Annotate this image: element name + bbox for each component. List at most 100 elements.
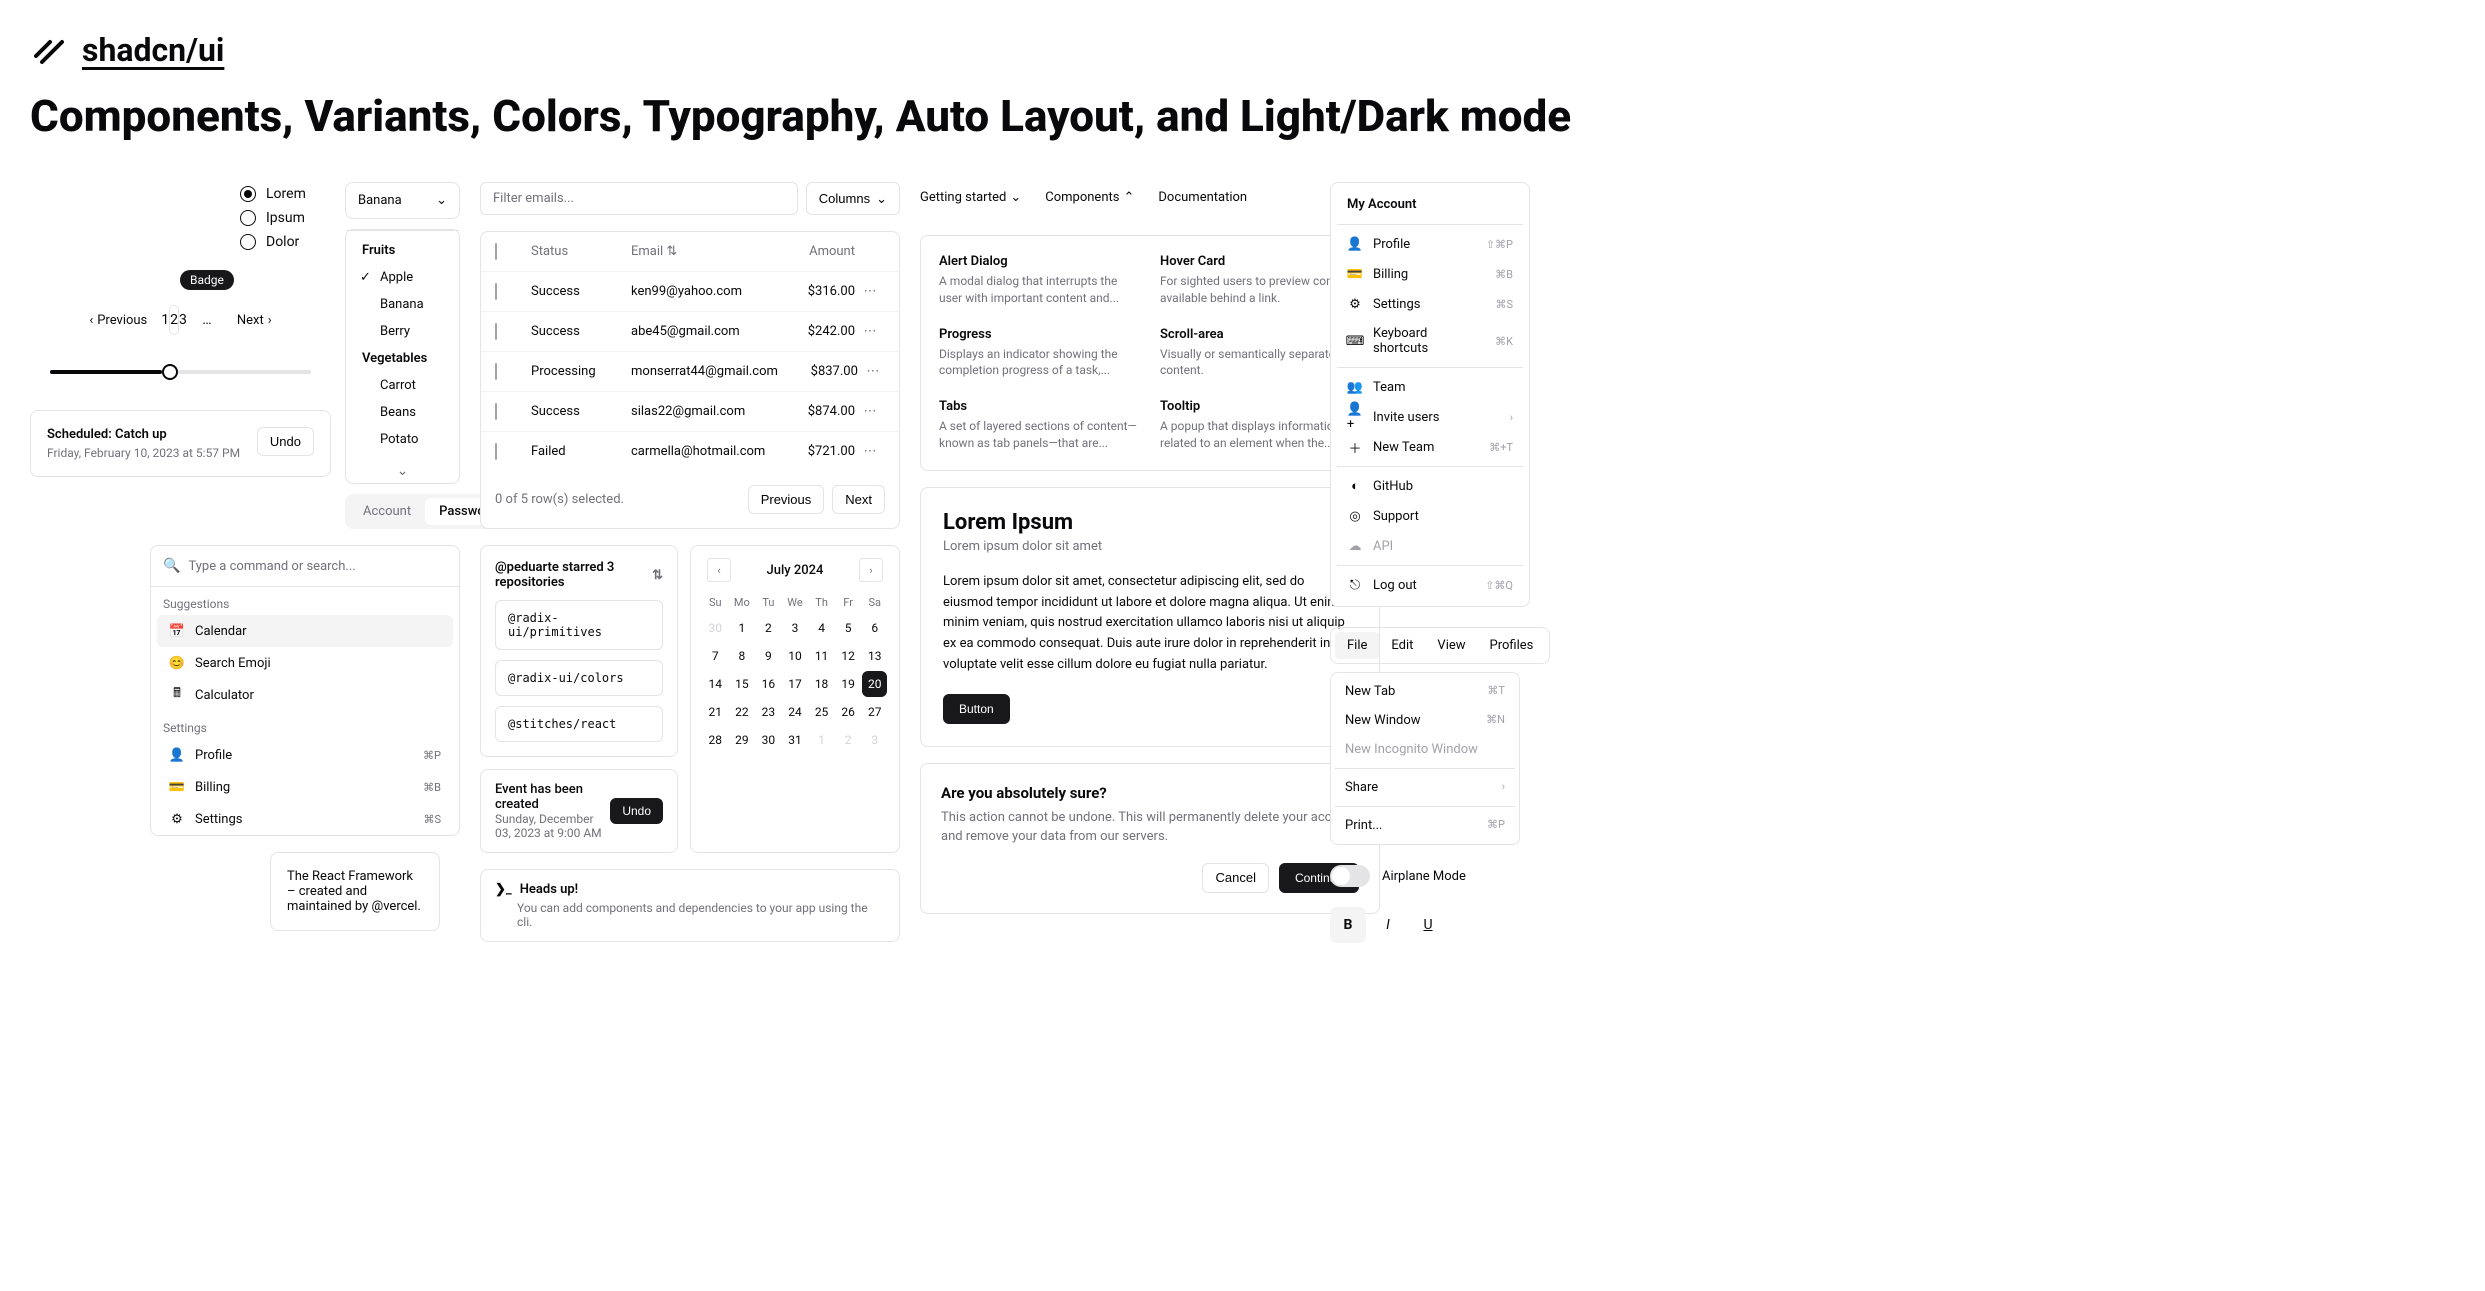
pagination-next[interactable]: Next › — [227, 307, 282, 334]
col-email[interactable]: Email ⇅ — [631, 244, 775, 259]
command-item[interactable]: ⚙Settings⌘S — [157, 803, 453, 835]
calendar-day[interactable]: 23 — [756, 699, 781, 725]
menu-item-logout[interactable]: ⎋ Log out ⇧⌘Q — [1337, 570, 1523, 600]
columns-button[interactable]: Columns⌄ — [806, 182, 900, 215]
calendar-day[interactable]: 30 — [756, 727, 781, 753]
calendar-day[interactable]: 18 — [809, 671, 834, 697]
menu-item[interactable]: 👤+Invite users› — [1337, 402, 1523, 432]
select-option[interactable]: Berry — [352, 318, 453, 345]
select-option[interactable]: Apple — [352, 264, 453, 291]
row-actions[interactable]: ⋯ — [855, 444, 885, 459]
calendar-day[interactable]: 17 — [783, 671, 808, 697]
airplane-switch[interactable] — [1330, 865, 1370, 887]
calendar-day[interactable]: 16 — [756, 671, 781, 697]
nav-item[interactable]: Components ⌃ — [1045, 190, 1134, 205]
command-item[interactable]: 😊Search Emoji — [157, 647, 453, 679]
mega-item[interactable]: ProgressDisplays an indicator showing th… — [939, 327, 1140, 380]
calendar-day[interactable]: 25 — [809, 699, 834, 725]
calendar-day[interactable]: 29 — [730, 727, 755, 753]
calendar-day[interactable]: 10 — [783, 643, 808, 669]
sort-icon[interactable]: ⇅ — [652, 568, 663, 583]
calendar-day[interactable]: 5 — [836, 615, 861, 641]
calendar-day[interactable]: 26 — [836, 699, 861, 725]
nav-item[interactable]: Documentation — [1158, 190, 1247, 205]
toggle-u[interactable]: U — [1410, 907, 1446, 943]
nav-item[interactable]: Getting started ⌄ — [920, 190, 1021, 205]
calendar-day[interactable]: 4 — [809, 615, 834, 641]
calendar-day[interactable]: 30 — [703, 615, 728, 641]
menubar-item[interactable]: Edit — [1379, 632, 1425, 659]
calendar-day[interactable]: 3 — [783, 615, 808, 641]
table-prev-button[interactable]: Previous — [748, 485, 825, 514]
calendar-day[interactable]: 2 — [836, 727, 861, 753]
file-menu-item[interactable]: Print...⌘P — [1335, 811, 1515, 840]
row-checkbox[interactable] — [495, 283, 497, 300]
calendar-day[interactable]: 6 — [862, 615, 887, 641]
col-status[interactable]: Status — [531, 244, 631, 259]
select-all-checkbox[interactable] — [495, 243, 497, 260]
select-option[interactable]: Carrot — [352, 372, 453, 399]
pagination-page[interactable]: 1 — [161, 306, 169, 334]
menubar-item[interactable]: View — [1425, 632, 1477, 659]
undo-button[interactable]: Undo — [610, 798, 663, 824]
row-actions[interactable]: ⋯ — [855, 324, 885, 339]
calendar-day[interactable]: 28 — [703, 727, 728, 753]
cancel-button[interactable]: Cancel — [1202, 863, 1268, 893]
calendar-day[interactable]: 31 — [783, 727, 808, 753]
file-menu-item[interactable]: New Window⌘N — [1335, 706, 1515, 735]
select-option[interactable]: Beans — [352, 399, 453, 426]
select-trigger[interactable]: Banana ⌄ — [346, 183, 459, 218]
button[interactable]: Button — [943, 694, 1010, 724]
calendar-day[interactable]: 7 — [703, 643, 728, 669]
undo-button[interactable]: Undo — [257, 427, 314, 456]
menu-item[interactable]: ＋New Team⌘+T — [1337, 432, 1523, 462]
calendar-next[interactable]: › — [859, 558, 883, 582]
menu-item[interactable]: 👤Profile⇧⌘P — [1337, 229, 1523, 259]
file-menu-item[interactable]: New Tab⌘T — [1335, 677, 1515, 706]
pagination-prev[interactable]: ‹ Previous — [79, 307, 157, 334]
toggle-i[interactable]: I — [1370, 907, 1406, 943]
command-item[interactable]: 👤Profile⌘P — [157, 739, 453, 771]
menu-item[interactable]: ⚙Settings⌘S — [1337, 289, 1523, 319]
pagination-page[interactable]: 3 — [179, 306, 187, 334]
slider[interactable] — [50, 370, 311, 374]
calendar-day[interactable]: 12 — [836, 643, 861, 669]
menu-item[interactable]: ◐GitHub — [1337, 471, 1523, 501]
calendar-day[interactable]: 19 — [836, 671, 861, 697]
row-actions[interactable]: ⋯ — [858, 364, 888, 379]
pagination-page[interactable]: 2 — [169, 305, 179, 335]
col-amount[interactable]: Amount — [775, 244, 855, 259]
select-option[interactable]: Potato — [352, 426, 453, 453]
radio-option[interactable]: Ipsum — [240, 206, 331, 230]
command-item[interactable]: 📅Calendar — [157, 615, 453, 647]
menu-item[interactable]: 💳Billing⌘B — [1337, 259, 1523, 289]
command-input[interactable]: Type a command or search... — [188, 559, 355, 574]
calendar-day[interactable]: 11 — [809, 643, 834, 669]
calendar-day[interactable]: 22 — [730, 699, 755, 725]
calendar-prev[interactable]: ‹ — [707, 558, 731, 582]
calendar-day[interactable]: 15 — [730, 671, 755, 697]
radio-option[interactable]: Lorem — [240, 182, 331, 206]
row-checkbox[interactable] — [495, 403, 497, 420]
calendar-day[interactable]: 27 — [862, 699, 887, 725]
calendar-day[interactable]: 2 — [756, 615, 781, 641]
calendar-day[interactable]: 1 — [730, 615, 755, 641]
calendar-day[interactable]: 1 — [809, 727, 834, 753]
toggle-b[interactable]: B — [1330, 907, 1366, 943]
filter-input[interactable]: Filter emails... — [480, 182, 798, 215]
calendar-day[interactable]: 24 — [783, 699, 808, 725]
menubar-item[interactable]: File — [1335, 632, 1379, 659]
chevron-down-icon[interactable]: ⌄ — [346, 459, 459, 483]
calendar-day[interactable]: 8 — [730, 643, 755, 669]
file-menu-item[interactable]: Share› — [1335, 773, 1515, 802]
row-checkbox[interactable] — [495, 443, 497, 460]
menubar-item[interactable]: Profiles — [1478, 632, 1546, 659]
row-actions[interactable]: ⋯ — [855, 404, 885, 419]
menu-item[interactable]: 👥Team — [1337, 372, 1523, 402]
mega-item[interactable]: Alert DialogA modal dialog that interrup… — [939, 254, 1140, 307]
row-checkbox[interactable] — [495, 323, 497, 340]
calendar-day[interactable]: 9 — [756, 643, 781, 669]
table-next-button[interactable]: Next — [832, 485, 885, 514]
row-actions[interactable]: ⋯ — [855, 284, 885, 299]
menu-item[interactable]: ◎Support — [1337, 501, 1523, 531]
